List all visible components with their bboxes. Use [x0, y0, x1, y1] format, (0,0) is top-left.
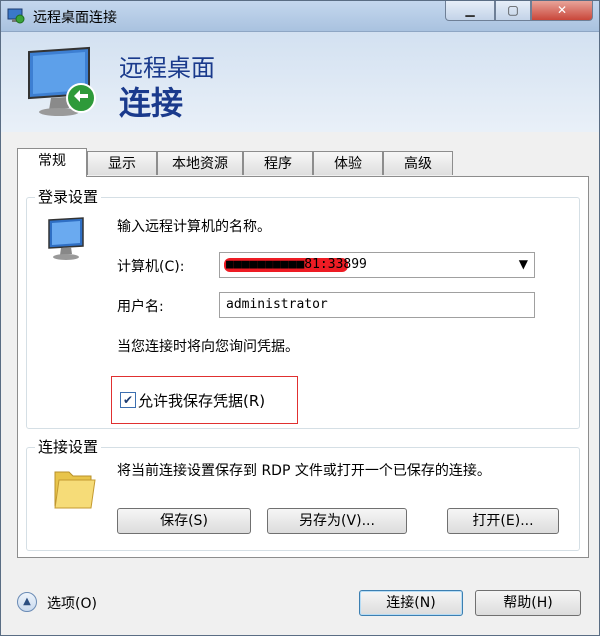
tab-display[interactable]: 显示: [87, 151, 157, 175]
window-title: 远程桌面连接: [33, 10, 117, 26]
computer-label: 计算机(C):: [117, 259, 185, 275]
open-button[interactable]: 打开(E)...: [447, 508, 559, 534]
computer-icon: [48, 217, 84, 260]
monitor-icon: [28, 46, 96, 116]
username-label: 用户名:: [117, 299, 164, 315]
remote-desktop-icon: [7, 8, 25, 24]
general-tab-panel: 登录设置 输入远程计算机的名称。 计算机(C): ■■■■■■■■■■81:33…: [17, 176, 589, 558]
credentials-note: 当您连接时将向您询问凭据。: [117, 339, 299, 355]
tab-programs[interactable]: 程序: [243, 151, 313, 175]
computer-name-prompt: 输入远程计算机的名称。: [117, 219, 271, 235]
tab-experience[interactable]: 体验: [313, 151, 383, 175]
minimize-button[interactable]: ▁: [445, 1, 495, 21]
tab-local-resources[interactable]: 本地资源: [157, 151, 243, 175]
options-label[interactable]: 选项(O): [47, 593, 97, 613]
folder-icon: [54, 471, 96, 509]
login-settings-group: 登录设置 输入远程计算机的名称。 计算机(C): ■■■■■■■■■■81:33…: [26, 186, 580, 429]
save-credentials-checkbox[interactable]: ✔: [120, 392, 136, 408]
login-settings-label: 登录设置: [35, 186, 102, 207]
banner-title-line2: 连接: [119, 84, 184, 122]
highlight-box: ✔ 允许我保存凭据(R): [111, 376, 298, 424]
username-field[interactable]: administrator: [219, 292, 535, 318]
username-value: administrator: [226, 297, 328, 312]
computer-value: ■■■■■■■■■■81:33899: [226, 257, 367, 272]
close-button[interactable]: ✕: [531, 1, 593, 21]
save-as-button[interactable]: 另存为(V)...: [267, 508, 407, 534]
help-button[interactable]: 帮助(H): [475, 590, 581, 616]
save-credentials-label[interactable]: 允许我保存凭据(R): [138, 390, 265, 411]
save-button[interactable]: 保存(S): [117, 508, 251, 534]
chevron-up-icon[interactable]: ▲: [17, 592, 37, 612]
tab-advanced[interactable]: 高级: [383, 151, 453, 175]
dropdown-arrow-icon[interactable]: ▼: [519, 257, 528, 271]
connect-button[interactable]: 连接(N): [359, 590, 463, 616]
computer-combobox[interactable]: ■■■■■■■■■■81:33899 ▼: [219, 252, 535, 278]
connection-settings-label: 连接设置: [35, 436, 102, 457]
maximize-button[interactable]: ▢: [495, 1, 531, 21]
header-banner: 远程桌面 连接: [1, 32, 599, 132]
remote-desktop-window: 远程桌面连接 ▁ ▢ ✕ 远程桌面 连接 常规 显示 本地资源 程序 体验 高级…: [0, 0, 600, 636]
connection-settings-group: 连接设置 将当前连接设置保存到 RDP 文件或打开一个已保存的连接。 保存(S)…: [26, 436, 580, 551]
connection-description: 将当前连接设置保存到 RDP 文件或打开一个已保存的连接。: [117, 463, 491, 479]
tab-general[interactable]: 常规: [17, 148, 87, 177]
title-bar[interactable]: 远程桌面连接 ▁ ▢ ✕: [1, 1, 599, 32]
